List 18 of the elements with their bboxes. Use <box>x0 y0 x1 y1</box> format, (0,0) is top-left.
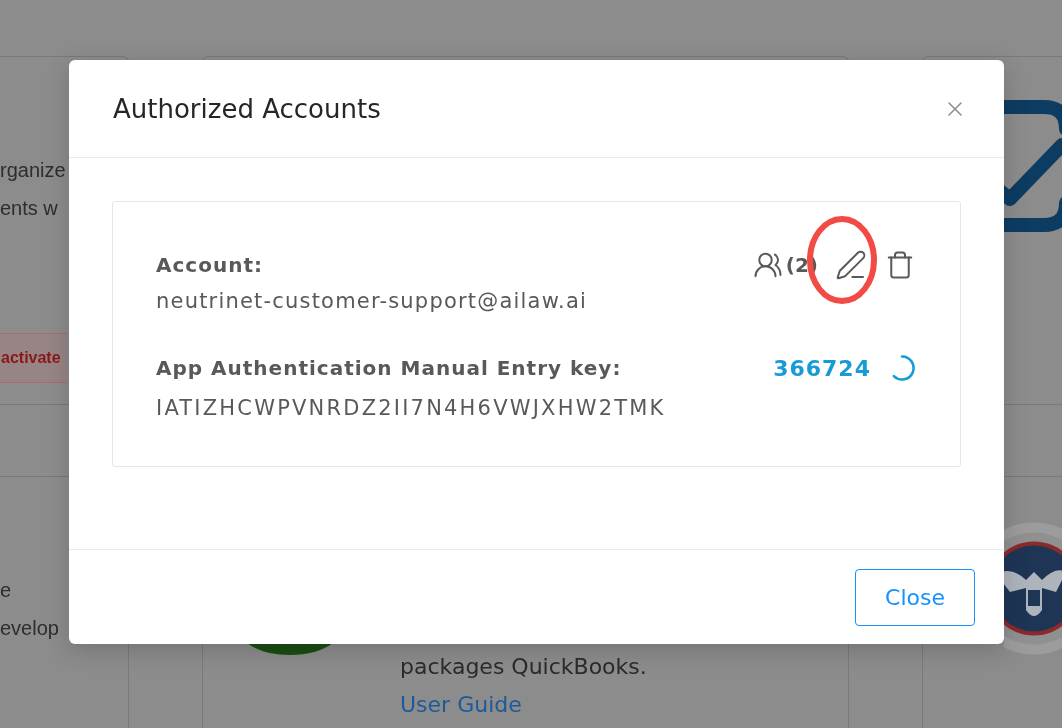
delete-button[interactable] <box>885 250 915 280</box>
account-email: neutrinet-customer-support@ailaw.ai <box>156 288 588 315</box>
card-text: evelop <box>0 616 59 641</box>
pencil-icon <box>835 249 867 281</box>
user-guide-link[interactable]: User Guide <box>400 686 522 724</box>
card-text: rganize <box>0 158 66 183</box>
entry-key: IATIZHCWPVNRDZ2II7N4H6VWJXHW2TMK <box>156 390 666 426</box>
card-description: packages QuickBooks. <box>400 653 647 681</box>
trash-icon <box>885 250 915 280</box>
status-badge: activate <box>0 333 67 383</box>
card-text: e <box>0 578 12 603</box>
users-icon <box>752 250 783 280</box>
auth-code: 366724 <box>773 355 871 381</box>
card-text: ents w <box>0 196 58 221</box>
field-label: App Authentication Manual Entry key: <box>156 355 622 382</box>
dialog-title: Authorized Accounts <box>113 93 381 124</box>
close-button[interactable]: Close <box>855 568 975 626</box>
field-label: Account: <box>156 252 263 279</box>
